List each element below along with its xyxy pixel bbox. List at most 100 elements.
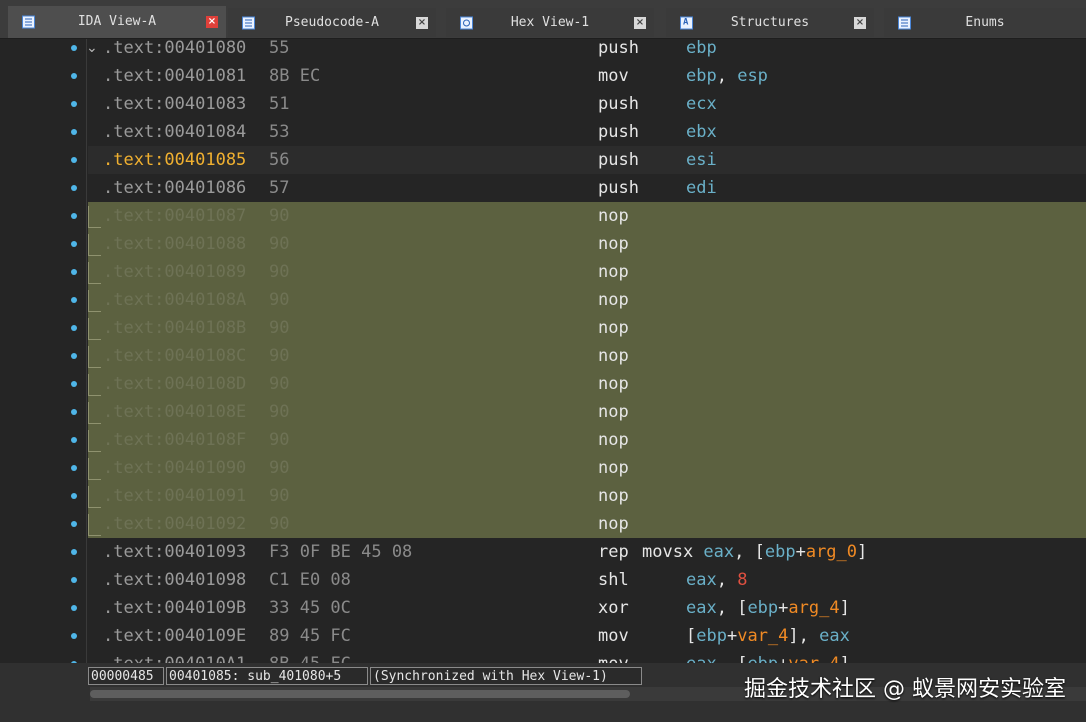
listing-row[interactable]: .text:00401085 56 push esi [0,146,1086,174]
scrollbar-thumb[interactable] [90,690,630,698]
breakpoint-dot-icon[interactable] [71,353,77,359]
breakpoint-dot-icon[interactable] [71,269,77,275]
row-operands[interactable]: eax, 8 [686,566,747,594]
row-address[interactable]: .text:00401087 [103,202,246,230]
listing-row[interactable]: .text:00401081 8B EC mov ebp, esp [0,62,1086,90]
close-icon[interactable]: × [206,16,218,28]
row-address[interactable]: .text:0040108A [103,286,246,314]
operand-token[interactable]: esp [737,66,768,86]
operand-token[interactable]: edi [686,178,717,198]
operand-token[interactable]: ebp [765,542,796,562]
operand-token[interactable]: ebp [686,66,717,86]
listing-row[interactable]: .text:0040108E 90 nop [0,398,1086,426]
row-operands[interactable]: movsx eax, [ebp+arg_0] [642,538,867,566]
breakpoint-dot-icon[interactable] [71,101,77,107]
row-address[interactable]: .text:00401091 [103,482,246,510]
row-mnemonic[interactable]: nop [598,510,629,538]
row-address[interactable]: .text:00401081 [103,62,246,90]
operand-token[interactable]: eax [686,570,717,590]
breakpoint-dot-icon[interactable] [71,241,77,247]
row-operands[interactable]: edi [686,174,717,202]
row-address[interactable]: .text:00401092 [103,510,246,538]
listing-row[interactable]: .text:00401093 F3 0F BE 45 08 rep movsx eax… [0,538,1086,566]
listing-row[interactable]: .text:00401092 90 nop [0,510,1086,538]
operand-token[interactable]: eax [686,654,717,663]
listing-row[interactable]: .text:00401090 90 nop [0,454,1086,482]
operand-token[interactable]: eax [703,542,734,562]
row-operands[interactable]: ecx [686,90,717,118]
row-mnemonic[interactable]: push [598,146,639,174]
operand-token[interactable]: ebp [747,654,778,663]
operand-token[interactable]: 8 [737,570,747,590]
operand-token[interactable]: arg_4 [788,598,839,618]
breakpoint-dot-icon[interactable] [71,605,77,611]
breakpoint-dot-icon[interactable] [71,297,77,303]
row-mnemonic[interactable]: mov [598,62,629,90]
tab-ida-view-a[interactable]: IDA View-A × [8,6,226,38]
operand-token[interactable]: var_4 [788,654,839,663]
row-mnemonic[interactable]: rep [598,538,629,566]
listing-row[interactable]: .text:0040109E 89 45 FC mov [ebp+var_4], ea… [0,622,1086,650]
listing-row[interactable]: .text:004010A1 8B 45 FC mov eax, [ebp+var_4… [0,650,1086,663]
row-mnemonic[interactable]: nop [598,258,629,286]
row-mnemonic[interactable]: mov [598,622,629,650]
listing-row[interactable]: .text:0040109B 33 45 0C xor eax, [ebp+arg_4… [0,594,1086,622]
row-operands[interactable]: eax, [ebp+var_4] [686,650,850,663]
operand-token[interactable]: ebp [696,626,727,646]
listing-row[interactable]: .text:0040108D 90 nop [0,370,1086,398]
row-address[interactable]: .text:00401084 [103,118,246,146]
row-mnemonic[interactable]: xor [598,594,629,622]
row-address[interactable]: .text:00401080 [103,39,246,62]
operand-token[interactable]: eax [819,626,850,646]
row-mnemonic[interactable]: push [598,90,639,118]
row-address[interactable]: .text:00401089 [103,258,246,286]
listing-row[interactable]: .text:00401091 90 nop [0,482,1086,510]
breakpoint-dot-icon[interactable] [71,73,77,79]
row-address[interactable]: .text:0040109E [103,622,246,650]
operand-token[interactable]: var_4 [737,626,788,646]
tab-pseudocode-a[interactable]: Pseudocode-A × [228,8,436,37]
row-address[interactable]: .text:00401083 [103,90,246,118]
row-address[interactable]: .text:00401093 [103,538,246,566]
row-mnemonic[interactable]: push [598,39,639,62]
row-address[interactable]: .text:0040108E [103,398,246,426]
listing-row[interactable]: .text:00401083 51 push ecx [0,90,1086,118]
collapse-chevron-icon[interactable]: ⌄ [86,39,98,62]
operand-token[interactable]: esi [686,150,717,170]
operand-token[interactable]: ebp [686,39,717,58]
row-address[interactable]: .text:0040108B [103,314,246,342]
listing-row[interactable]: .text:00401087 90 nop [0,202,1086,230]
row-address[interactable]: .text:00401086 [103,174,246,202]
listing-row[interactable]: .text:00401086 57 push edi [0,174,1086,202]
breakpoint-dot-icon[interactable] [71,45,77,51]
row-mnemonic[interactable]: nop [598,482,629,510]
row-operands[interactable]: ebp [686,39,717,62]
breakpoint-dot-icon[interactable] [71,409,77,415]
row-address[interactable]: .text:004010A1 [103,650,246,663]
row-operands[interactable]: esi [686,146,717,174]
row-mnemonic[interactable]: nop [598,314,629,342]
row-operands[interactable]: ebp, esp [686,62,768,90]
row-address[interactable]: .text:0040108D [103,370,246,398]
operand-token[interactable]: ecx [686,94,717,114]
row-mnemonic[interactable]: nop [598,230,629,258]
operand-token[interactable]: arg_0 [806,542,857,562]
breakpoint-dot-icon[interactable] [71,129,77,135]
listing-row[interactable]: .text:00401084 53 push ebx [0,118,1086,146]
listing-row[interactable]: ⌄ .text:00401080 55 push ebp [0,39,1086,62]
breakpoint-dot-icon[interactable] [71,521,77,527]
row-mnemonic[interactable]: mov [598,650,629,663]
row-address[interactable]: .text:00401098 [103,566,246,594]
breakpoint-dot-icon[interactable] [71,381,77,387]
breakpoint-dot-icon[interactable] [71,325,77,331]
close-icon[interactable]: × [634,16,646,29]
breakpoint-dot-icon[interactable] [71,437,77,443]
row-mnemonic[interactable]: nop [598,202,629,230]
breakpoint-dot-icon[interactable] [71,157,77,163]
row-address[interactable]: .text:0040108C [103,342,246,370]
row-mnemonic[interactable]: nop [598,342,629,370]
row-operands[interactable]: ebx [686,118,717,146]
listing-row[interactable]: .text:0040108B 90 nop [0,314,1086,342]
row-mnemonic[interactable]: nop [598,370,629,398]
breakpoint-dot-icon[interactable] [71,465,77,471]
